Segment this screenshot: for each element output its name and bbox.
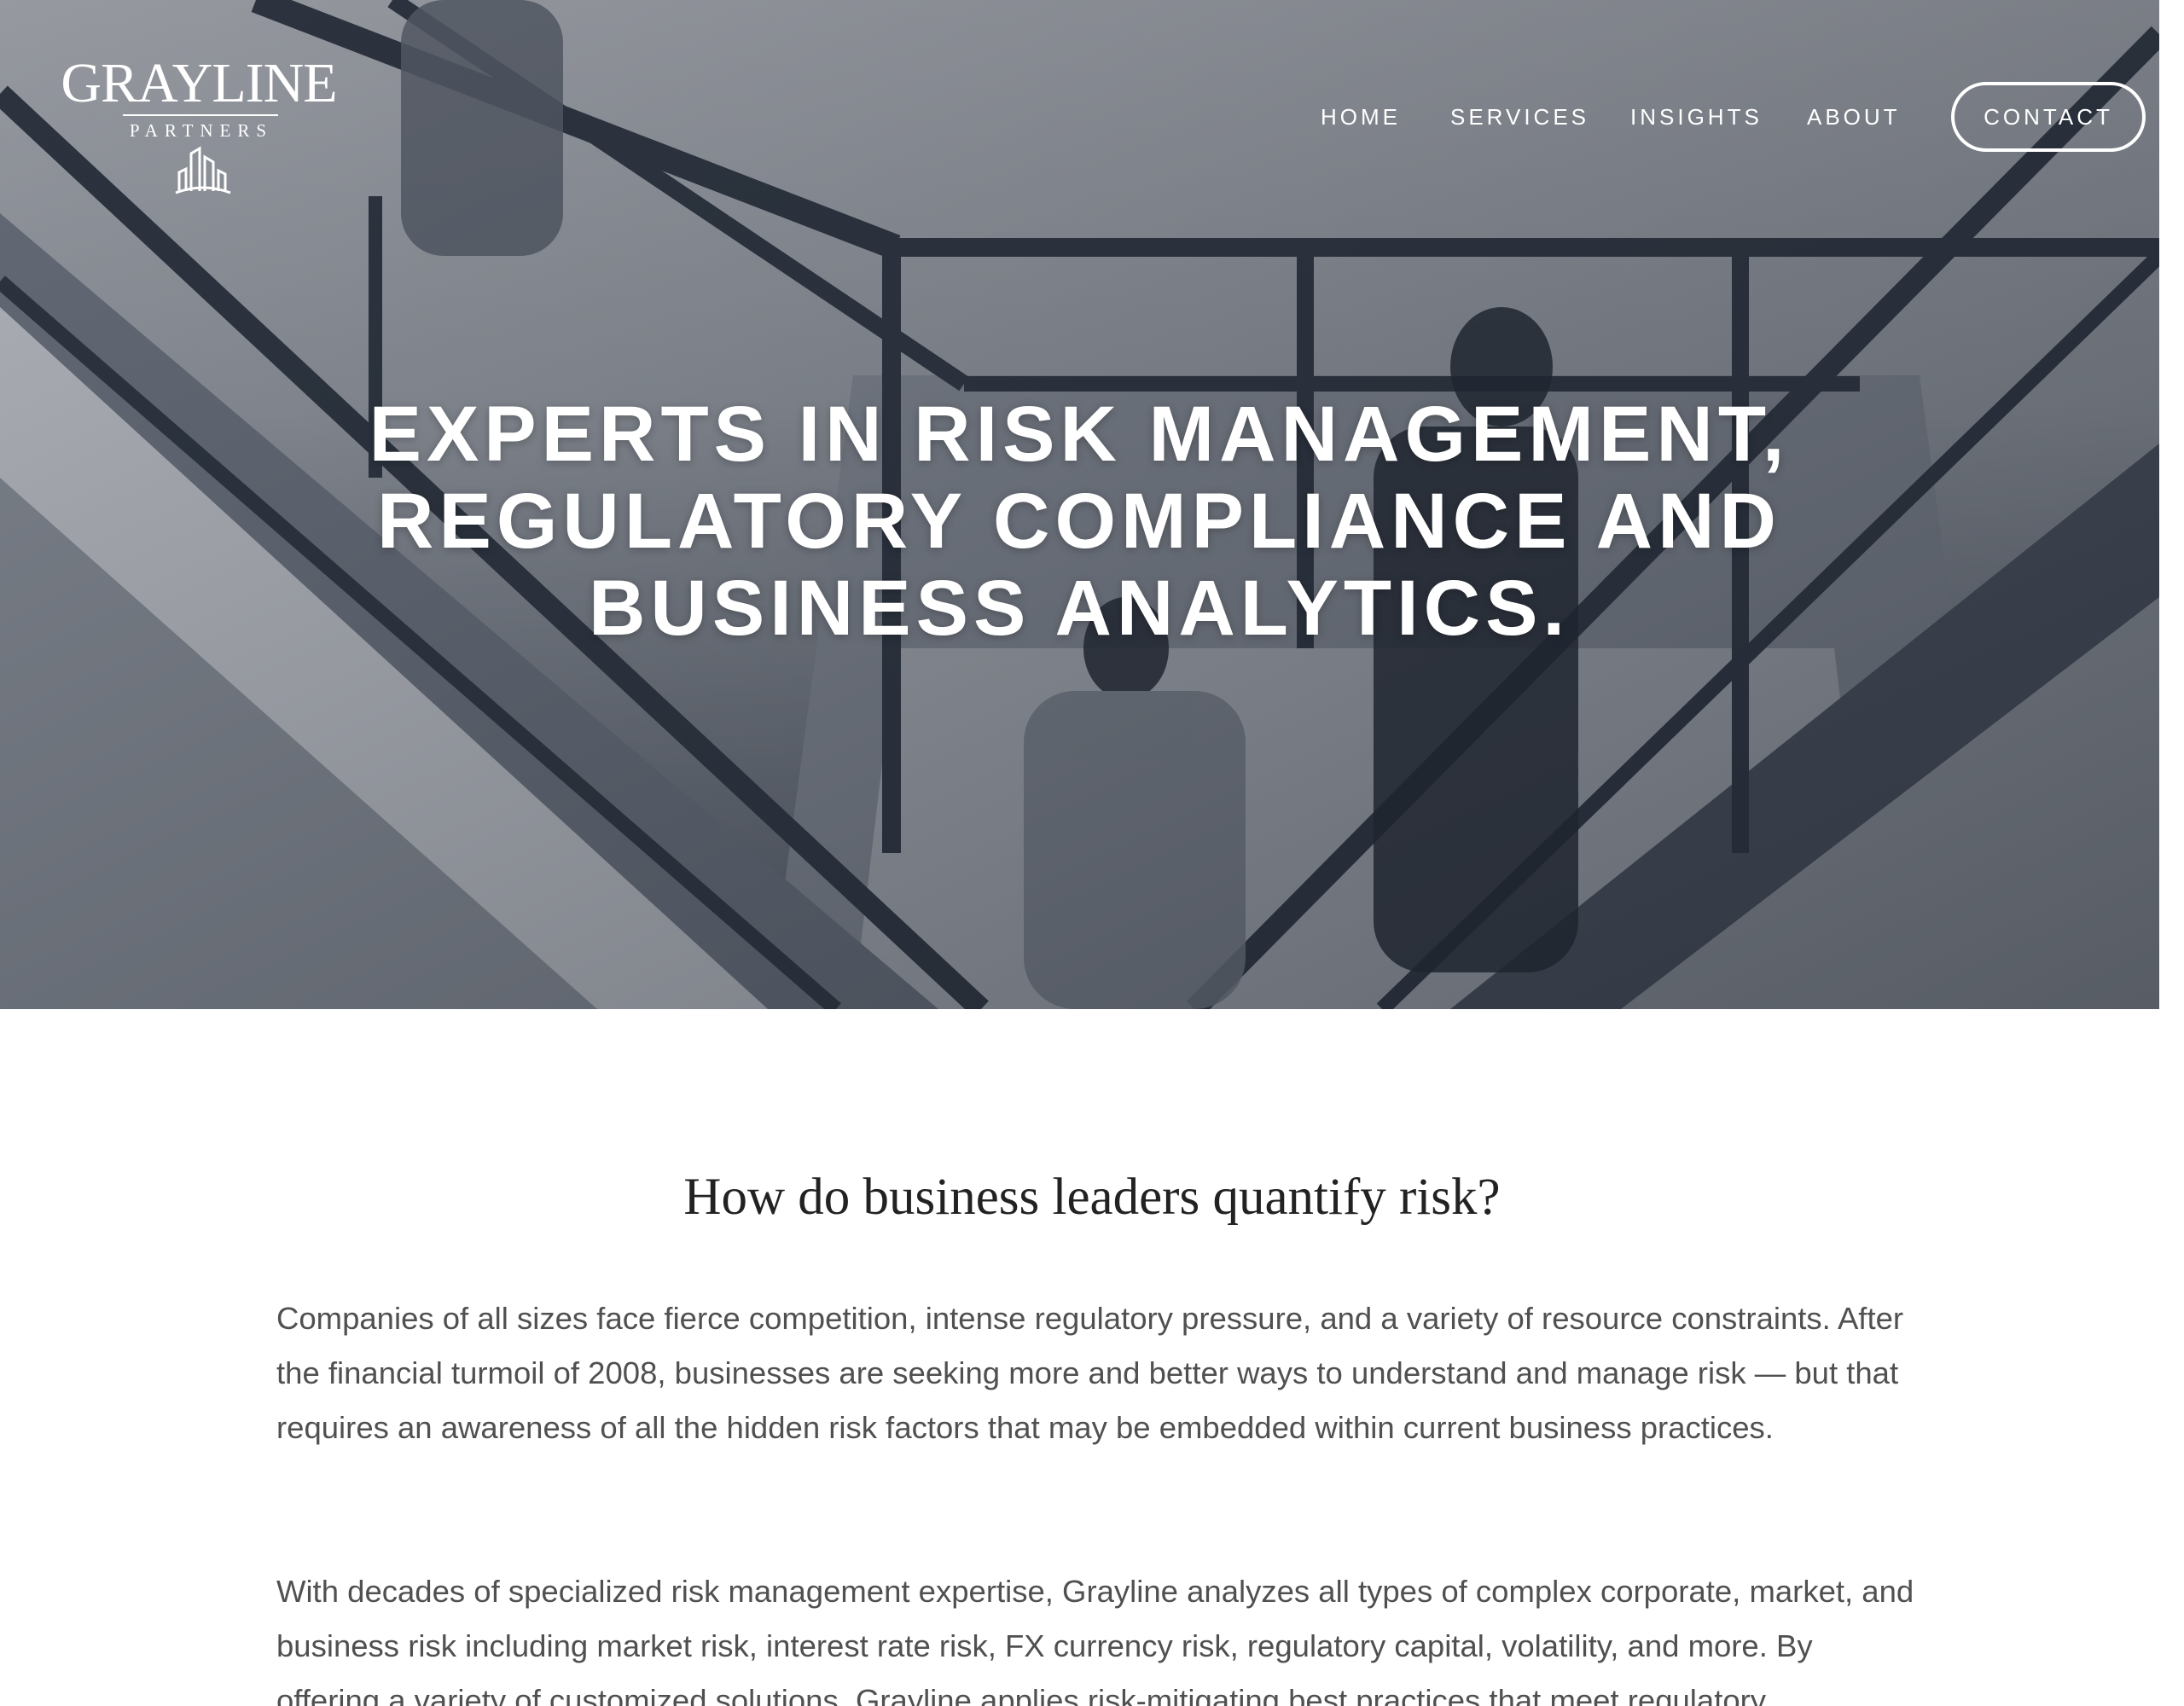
skyline-icon (175, 146, 231, 194)
nav-services[interactable]: SERVICES (1450, 82, 1589, 152)
page: GRAYLINE PARTNERS HOME SERVICES INSIGHTS… (0, 0, 2184, 1706)
nav-insights[interactable]: INSIGHTS (1630, 82, 1763, 152)
nav-about[interactable]: ABOUT (1807, 82, 1901, 152)
intro-heading: How do business leaders quantify risk? (683, 1169, 1501, 1226)
intro-paragraph: With decades of specialized risk managem… (276, 1574, 1914, 1706)
hero-headline: EXPERTS IN RISK MANAGEMENT, REGULATORY C… (369, 391, 1790, 652)
nav-home[interactable]: HOME (1321, 82, 1401, 152)
contact-button[interactable]: CONTACT (1951, 82, 2146, 152)
intro-paragraph: Companies of all sizes face fierce compe… (276, 1301, 1904, 1445)
main-nav: HOME SERVICES INSIGHTS ABOUT (0, 82, 2184, 152)
